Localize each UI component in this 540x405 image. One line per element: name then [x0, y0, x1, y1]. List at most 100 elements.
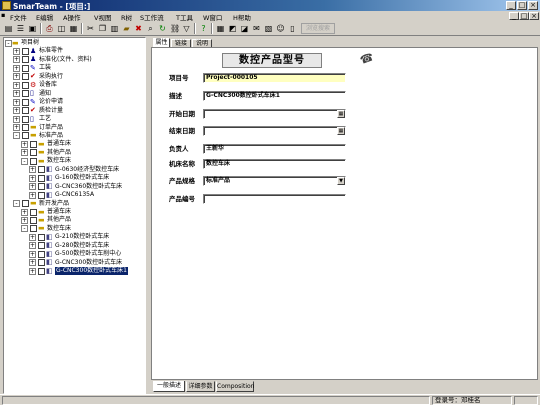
- collapse-icon[interactable]: -: [5, 39, 12, 47]
- expand-icon[interactable]: +: [29, 233, 36, 241]
- user-icon[interactable]: ☺: [275, 23, 286, 34]
- tree-node[interactable]: + ✔ 采购执行: [13, 73, 63, 81]
- tree-node-checkbox[interactable]: [22, 200, 29, 208]
- tree-node-checkbox[interactable]: [38, 259, 45, 267]
- tree-node[interactable]: - ▬ 新开发产品: [13, 200, 69, 208]
- tree-node-checkbox[interactable]: [22, 64, 29, 72]
- expand-icon[interactable]: +: [13, 73, 20, 81]
- product-no-field[interactable]: [203, 194, 346, 204]
- collapse-icon[interactable]: -: [13, 132, 20, 140]
- mail-icon[interactable]: ✉: [251, 23, 262, 34]
- calendar-icon[interactable]: ▦: [337, 127, 345, 135]
- tree-node-checkbox[interactable]: [38, 242, 45, 250]
- tree-node-checkbox[interactable]: [38, 166, 45, 174]
- list-view-icon[interactable]: ☰: [15, 23, 26, 34]
- tree-node-checkbox[interactable]: [30, 208, 37, 216]
- expand-icon[interactable]: +: [21, 216, 28, 224]
- tree-node[interactable]: - ▬ 数控车床: [21, 157, 71, 165]
- minimize-button[interactable]: _: [506, 1, 516, 10]
- tree-node[interactable]: - ▬ 数控车床: [21, 225, 71, 233]
- project-tree[interactable]: - ▬ 项目树 + ♟ 标准零件 + ♟ 标准化(文件、资料) + ✎ 工装 + ✔ 采购执行 + ⚙ 设备库 + ▯…: [3, 37, 146, 394]
- help-icon[interactable]: ?: [198, 23, 209, 34]
- tree-node-checkbox[interactable]: [22, 98, 29, 106]
- tree-node-checkbox[interactable]: [38, 191, 45, 199]
- tree-node-checkbox[interactable]: [22, 81, 29, 89]
- tree-node[interactable]: + ▬ 其他产品: [21, 216, 71, 224]
- tree-node[interactable]: + ▯ 工艺: [13, 115, 51, 123]
- expand-icon[interactable]: +: [29, 183, 36, 191]
- tree-node-checkbox[interactable]: [38, 174, 45, 182]
- mdi-minimize-button[interactable]: _: [509, 12, 519, 20]
- tree-node-checkbox[interactable]: [22, 56, 29, 64]
- tab-composition[interactable]: Composition: [216, 381, 254, 392]
- link-icon[interactable]: ⛓: [169, 23, 180, 34]
- tree-node-checkbox[interactable]: [30, 225, 37, 233]
- collapse-icon[interactable]: -: [13, 200, 20, 208]
- expand-icon[interactable]: +: [29, 259, 36, 267]
- tree-node[interactable]: + ◧ G-210数控卧式车床: [29, 233, 109, 241]
- tree-node-checkbox[interactable]: [22, 47, 29, 55]
- tree-node[interactable]: + ✔ 质检计量: [13, 107, 63, 115]
- tab-details[interactable]: 详细参数: [186, 381, 215, 392]
- tree-node-checkbox[interactable]: [22, 90, 29, 98]
- tree-node-checkbox[interactable]: [38, 233, 45, 241]
- tree-node-checkbox[interactable]: [22, 73, 29, 81]
- expand-icon[interactable]: +: [21, 208, 28, 216]
- tree-node[interactable]: - ▬ 项目树: [5, 39, 39, 47]
- machine-name-field[interactable]: 数控车床: [203, 159, 346, 169]
- doc-menu-icon[interactable]: ▪: [1, 11, 5, 19]
- cut-icon[interactable]: ✂: [85, 23, 96, 34]
- tree-node[interactable]: + ◧ G-0630经济型数控车床: [29, 166, 119, 174]
- tree-node[interactable]: + ◧ G-CNC300数控卧式车床: [29, 259, 122, 267]
- spec-select[interactable]: 标准产品 ▼: [203, 176, 346, 186]
- expand-icon[interactable]: +: [13, 47, 20, 55]
- tree-node[interactable]: + ◧ G-CNC360数控卧式车床: [29, 183, 122, 191]
- expand-icon[interactable]: +: [21, 140, 28, 148]
- expand-icon[interactable]: +: [13, 124, 20, 131]
- find-icon[interactable]: ⌕: [145, 23, 156, 34]
- tree-node-checkbox[interactable]: [30, 149, 37, 157]
- document-icon[interactable]: ▯: [287, 23, 298, 34]
- owner-field[interactable]: 王新华: [203, 144, 346, 154]
- browse-search-button[interactable]: 浏览搜索: [301, 23, 335, 34]
- expand-icon[interactable]: +: [29, 191, 36, 199]
- expand-icon[interactable]: +: [29, 174, 36, 182]
- expand-icon[interactable]: +: [13, 56, 20, 64]
- tree-node[interactable]: - ▬ 标准产品: [13, 132, 63, 140]
- tree-view-icon[interactable]: ▤: [3, 23, 14, 34]
- delete-icon[interactable]: ✖: [133, 23, 144, 34]
- tree-node[interactable]: + ♟ 标准零件: [13, 47, 63, 55]
- checkin-icon[interactable]: ◩: [227, 23, 238, 34]
- tree-node-checkbox[interactable]: [22, 107, 29, 115]
- tree-node[interactable]: + ◧ G-CNC300数控卧式车床1: [29, 267, 128, 276]
- tab-general[interactable]: 一般描述: [153, 381, 185, 392]
- project-no-field[interactable]: Project-000105: [203, 73, 346, 83]
- start-date-field[interactable]: ▦: [203, 109, 346, 119]
- copy-icon[interactable]: ❐: [97, 23, 108, 34]
- chevron-down-icon[interactable]: ▼: [337, 177, 345, 185]
- collapse-icon[interactable]: -: [21, 225, 28, 233]
- tree-node[interactable]: + ✎ 工装: [13, 64, 51, 72]
- tree-node[interactable]: + ▬ 订单产品: [13, 124, 63, 132]
- open-folder-icon[interactable]: ▰: [121, 23, 132, 34]
- tree-node[interactable]: + ◧ G-280数控卧式车床: [29, 242, 109, 250]
- filter-icon[interactable]: ▽: [181, 23, 192, 34]
- tree-node[interactable]: + ◧ G-160数控卧式车床: [29, 174, 109, 182]
- tree-node-checkbox[interactable]: [22, 132, 29, 140]
- expand-icon[interactable]: +: [13, 107, 20, 115]
- mdi-close-button[interactable]: ×: [529, 12, 539, 20]
- tree-node[interactable]: + ✎ 论价申请: [13, 98, 63, 106]
- tree-node-checkbox[interactable]: [22, 115, 29, 123]
- expand-icon[interactable]: +: [29, 250, 36, 258]
- mdi-restore-button[interactable]: □: [519, 12, 529, 20]
- image-icon[interactable]: ▧: [263, 23, 274, 34]
- close-button[interactable]: ×: [528, 1, 538, 10]
- checkout-icon[interactable]: ◪: [239, 23, 250, 34]
- refresh-icon[interactable]: ↻: [157, 23, 168, 34]
- print-icon[interactable]: ⎙: [44, 23, 55, 34]
- tree-node-checkbox[interactable]: [30, 140, 37, 148]
- maximize-button[interactable]: □: [517, 1, 527, 10]
- tree-node[interactable]: + ◧ G-CNC6135A: [29, 191, 94, 199]
- expand-icon[interactable]: +: [29, 267, 36, 275]
- tree-node-checkbox[interactable]: [38, 267, 45, 275]
